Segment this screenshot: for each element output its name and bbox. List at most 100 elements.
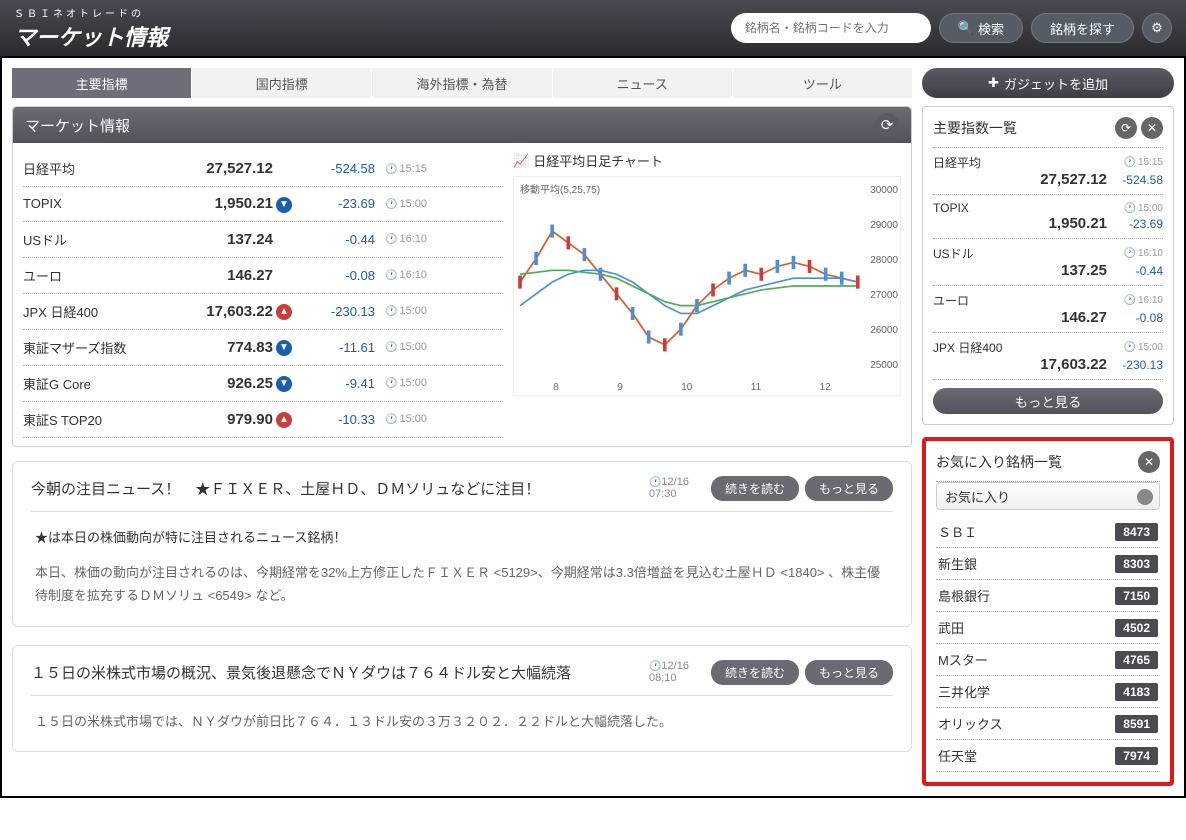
- index-name: ユーロ: [23, 266, 163, 285]
- chart-xtick: 12: [820, 382, 831, 393]
- favorite-code: 4765: [1115, 651, 1158, 669]
- refresh-button[interactable]: ⟳: [875, 113, 899, 137]
- favorite-row[interactable]: 武田4502: [936, 612, 1160, 644]
- favorite-row[interactable]: オリックス8591: [936, 708, 1160, 740]
- search-button[interactable]: 🔍検索: [939, 13, 1023, 43]
- index-time: 15:00: [385, 341, 427, 353]
- favorite-code: 4183: [1115, 683, 1158, 701]
- index-row[interactable]: 東証マザーズ指数 774.83 ▼ -11.61 15:00: [23, 330, 503, 366]
- side-index-row[interactable]: ユーロ16:10 146.27-0.08: [933, 286, 1163, 333]
- index-change: -230.13: [295, 304, 375, 319]
- read-more-button[interactable]: 続きを読む: [711, 660, 799, 685]
- index-change: -11.61: [295, 340, 375, 355]
- clock-icon: [385, 233, 397, 245]
- moving-avg-label: 移動平均(5,25,75): [520, 181, 600, 196]
- favorite-row[interactable]: 任天堂7974: [936, 740, 1160, 772]
- search-input[interactable]: [731, 13, 931, 43]
- index-change: -0.08: [295, 268, 375, 283]
- side-close-button[interactable]: ✕: [1141, 117, 1163, 139]
- app-header: ＳＢＩネオトレードの マーケット情報 🔍検索 銘柄を探す ⚙: [0, 0, 1186, 56]
- side-index-name: USドル: [933, 245, 1124, 262]
- read-more-button[interactable]: 続きを読む: [711, 476, 799, 501]
- index-name: 東証マザーズ指数: [23, 338, 163, 357]
- side-index-row[interactable]: TOPIX15:00 1,950.21-23.69: [933, 195, 1163, 239]
- favorite-code: 8591: [1115, 715, 1158, 733]
- chart-ytick: 28000: [870, 255, 898, 266]
- news-card: 今朝の注目ニュース！ ★ＦＩＸＥＲ、土屋ＨＤ、ＤＭソリュなどに注目！ 12/16…: [12, 461, 912, 627]
- index-arrow: ▼: [273, 374, 295, 392]
- chart-xtick: 10: [681, 382, 692, 393]
- arrow-down-icon: ▼: [276, 197, 292, 213]
- chart-title: 日経平均日足チャート: [533, 151, 663, 170]
- index-row[interactable]: TOPIX 1,950.21 ▼ -23.69 15:00: [23, 187, 503, 222]
- side-index-time: 16:10: [1124, 295, 1163, 306]
- settings-button[interactable]: ⚙: [1142, 13, 1172, 43]
- index-value: 27,527.12: [163, 160, 273, 177]
- chart-xtick: 11: [751, 382, 761, 393]
- side-panel-title: 主要指数一覧: [933, 118, 1111, 138]
- news-title: 今朝の注目ニュース！ ★ＦＩＸＥＲ、土屋ＨＤ、ＤＭソリュなどに注目！: [31, 478, 649, 499]
- side-index-row[interactable]: 日経平均15:15 27,527.12-524.58: [933, 148, 1163, 195]
- main-indices-side-panel: 主要指数一覧 ⟳ ✕ 日経平均15:15 27,527.12-524.58TOP…: [922, 106, 1174, 425]
- tab-overseas-fx[interactable]: 海外指標・為替: [372, 68, 551, 98]
- index-row[interactable]: 日経平均 27,527.12 -524.58 15:15: [23, 151, 503, 187]
- favorites-close-button[interactable]: ✕: [1138, 451, 1160, 473]
- index-name: 日経平均: [23, 159, 163, 178]
- side-index-value: 1,950.21: [933, 215, 1107, 232]
- clock-icon: [1124, 157, 1136, 168]
- favorites-panel: お気に入り銘柄一覧 ✕ お気に入り ＳＢＩ8473新生銀8303島根銀行7150…: [922, 437, 1174, 786]
- clock-icon: [649, 660, 661, 672]
- side-index-change: -23.69: [1107, 217, 1163, 231]
- index-time: 15:00: [385, 305, 427, 317]
- index-row[interactable]: JPX 日経400 17,603.22 ▲ -230.13 15:00: [23, 294, 503, 330]
- clock-icon: [385, 341, 397, 353]
- see-more-button[interactable]: もっと見る: [805, 476, 893, 501]
- explore-stocks-button[interactable]: 銘柄を探す: [1031, 13, 1134, 43]
- search-icon: 🔍: [958, 20, 974, 36]
- index-arrow: ▼: [273, 195, 295, 213]
- favorite-name: オリックス: [938, 714, 1115, 733]
- tab-domestic[interactable]: 国内指標: [192, 68, 371, 98]
- index-value: 17,603.22: [163, 303, 273, 320]
- index-name: USドル: [23, 230, 163, 249]
- tab-news[interactable]: ニュース: [553, 68, 732, 98]
- refresh-icon: ⟳: [1121, 121, 1131, 135]
- arrow-down-icon: ▼: [276, 340, 292, 356]
- chart-xtick: 8: [553, 382, 559, 393]
- index-row[interactable]: ユーロ 146.27 -0.08 16:10: [23, 258, 503, 294]
- news-time: 12/1607:30: [649, 476, 705, 500]
- gear-icon: ⚙: [1151, 20, 1163, 36]
- favorite-name: 島根銀行: [938, 586, 1115, 605]
- tab-main-indices[interactable]: 主要指標: [12, 68, 191, 98]
- side-index-change: -230.13: [1107, 358, 1163, 372]
- side-more-button[interactable]: もっと見る: [933, 388, 1163, 414]
- side-index-value: 146.27: [933, 309, 1107, 326]
- favorite-row[interactable]: ＳＢＩ8473: [936, 516, 1160, 548]
- favorite-row[interactable]: 新生銀8303: [936, 548, 1160, 580]
- index-arrow: ▲: [273, 410, 295, 428]
- plus-icon: ✚: [988, 75, 999, 91]
- favorite-row[interactable]: 島根銀行7150: [936, 580, 1160, 612]
- news-title: １５日の米株式市場の概況、景気後退懸念でＮＹダウは７６４ドル安と大幅続落: [31, 662, 649, 683]
- side-index-name: 日経平均: [933, 154, 1124, 171]
- side-index-row[interactable]: JPX 日経40015:00 17,603.22-230.13: [933, 333, 1163, 380]
- add-gadget-button[interactable]: ✚ガジェットを追加: [922, 68, 1174, 98]
- arrow-down-icon: ▼: [276, 376, 292, 392]
- side-refresh-button[interactable]: ⟳: [1115, 117, 1137, 139]
- news-body: １５日の米株式市場では、ＮＹダウが前日比７６４．１３ドル安の３万３２０２．２２ド…: [31, 696, 893, 737]
- index-row[interactable]: 東証G Core 926.25 ▼ -9.41 15:00: [23, 366, 503, 402]
- index-row[interactable]: 東証S TOP20 979.90 ▲ -10.33 15:00: [23, 402, 503, 438]
- logo-subtitle: ＳＢＩネオトレードの: [14, 5, 168, 20]
- nikkei-chart: 移動平均(5,25,75) 30000290002800027000260002…: [513, 176, 901, 396]
- favorites-select[interactable]: お気に入り: [936, 482, 1160, 510]
- side-index-name: JPX 日経400: [933, 339, 1124, 356]
- see-more-button[interactable]: もっと見る: [805, 660, 893, 685]
- side-index-row[interactable]: USドル16:10 137.25-0.44: [933, 239, 1163, 286]
- arrow-up-icon: ▲: [276, 412, 292, 428]
- favorite-row[interactable]: 三井化学4183: [936, 676, 1160, 708]
- index-row[interactable]: USドル 137.24 -0.44 16:10: [23, 222, 503, 258]
- logo-title: マーケット情報: [14, 20, 168, 52]
- index-name: 東証S TOP20: [23, 410, 163, 429]
- tab-tools[interactable]: ツール: [733, 68, 912, 98]
- favorite-row[interactable]: Mスター4765: [936, 644, 1160, 676]
